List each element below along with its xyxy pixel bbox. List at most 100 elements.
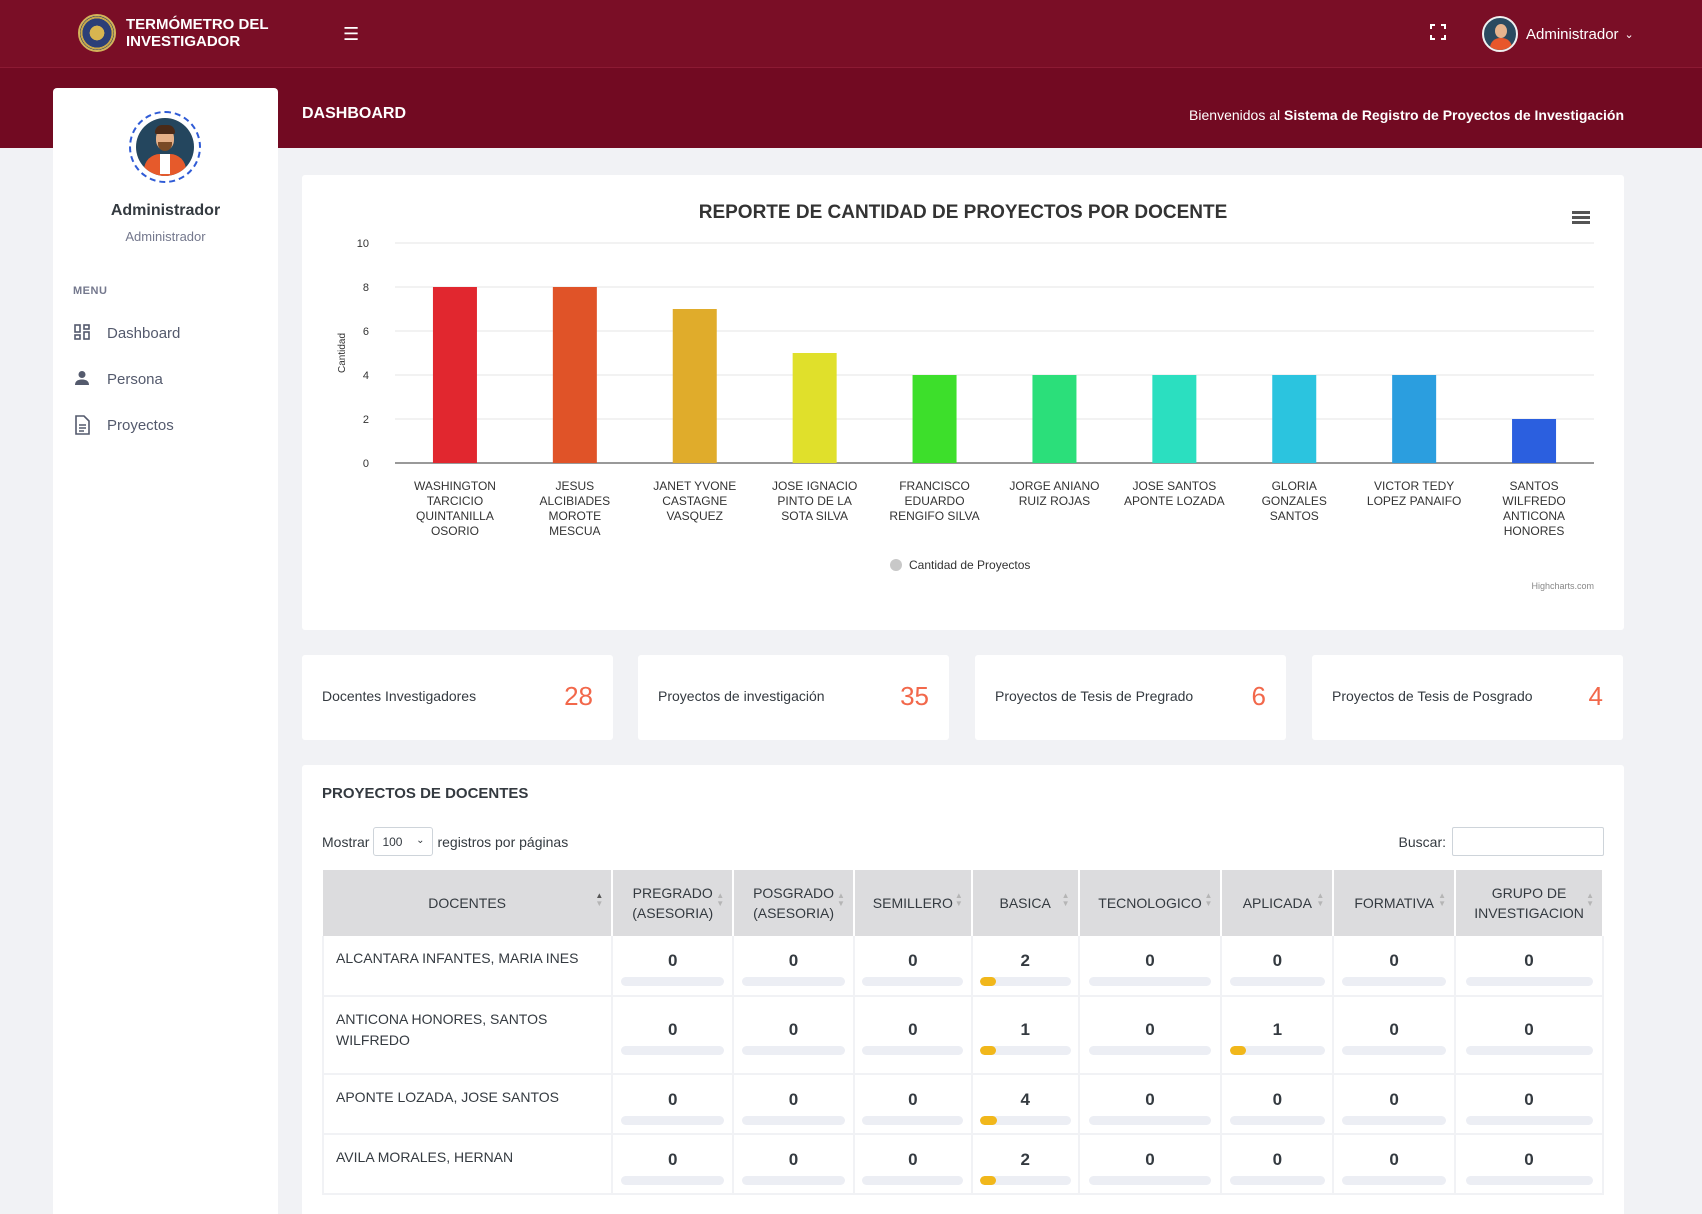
progress-fill (979, 1046, 996, 1055)
table-row[interactable]: AVILA MORALES, HERNAN 0 0 0 2 0 0 0 0 (321, 1134, 1604, 1195)
welcome-system-name: Sistema de Registro de Proyectos de Inve… (1284, 107, 1624, 123)
sidebar-item-label: Persona (107, 370, 163, 388)
cell-formativa: 0 (1332, 996, 1457, 1075)
stat-value: 28 (564, 681, 593, 711)
page-size-select[interactable]: 100 ⌄ (373, 827, 434, 856)
cell-value: 0 (667, 951, 678, 970)
x-tick-label: FRANCISCO (899, 479, 970, 493)
person-icon (73, 369, 93, 389)
bar[interactable] (792, 353, 837, 463)
x-tick-label: WASHINGTON (414, 479, 496, 493)
cell-formativa: 0 (1332, 1074, 1457, 1135)
cell-tecnologico: 0 (1077, 996, 1223, 1075)
progress-bar (1342, 1176, 1447, 1185)
cell-grupo-investigacion: 0 (1454, 1074, 1604, 1135)
bar[interactable] (912, 375, 957, 463)
column-header-label: (ASESORIA) (632, 905, 714, 921)
progress-bar (1342, 977, 1447, 986)
brand[interactable]: TERMÓMETRO DEL INVESTIGADOR (78, 14, 276, 52)
sidebar-item-persona[interactable]: Persona (73, 367, 163, 391)
cell-value: 0 (1389, 1020, 1399, 1039)
sidebar-item-label: Proyectos (107, 416, 174, 434)
sidebar-item-dashboard[interactable]: Dashboard (73, 321, 180, 345)
bar[interactable] (1272, 375, 1317, 463)
docente-name: ANTICONA HONORES, SANTOS WILFREDO (321, 996, 614, 1075)
x-tick-label: SANTOS (1509, 479, 1558, 493)
table-row[interactable]: ALCANTARA INFANTES, MARIA INES 0 0 0 2 0 0 0 0 (321, 936, 1604, 997)
table-row[interactable]: ANTICONA HONORES, SANTOS WILFREDO 0 0 0 1 0 1 0… (321, 996, 1604, 1075)
page-size-value: 100 (382, 834, 403, 849)
x-tick-label: SANTOS (1270, 509, 1319, 523)
column-header-tecnologico[interactable]: TECNOLOGICO ▲ ▼ (1078, 870, 1223, 936)
sort-icon: ▲ ▼ (1204, 891, 1213, 908)
column-header-aplicada[interactable]: APLICADA ▲ ▼ (1221, 870, 1335, 936)
projects-table-card: PROYECTOS DE DOCENTES Mostrar 100 ⌄ regi… (302, 765, 1624, 1214)
column-header-posgrado[interactable]: POSGRADO (ASESORIA) ▲ ▼ (733, 870, 855, 936)
cell-tecnologico: 0 (1077, 936, 1223, 997)
bar[interactable] (1152, 375, 1197, 463)
y-tick-label: 4 (363, 370, 369, 382)
bar[interactable] (1032, 375, 1077, 463)
sidebar-item-proyectos[interactable]: Proyectos (73, 413, 174, 437)
welcome-message: Bienvenidos al Sistema de Registro de Pr… (1189, 107, 1624, 123)
cell-pregrado: 0 (611, 936, 735, 997)
column-header-formativa[interactable]: FORMATIVA ▲ ▼ (1333, 870, 1457, 936)
cell-pregrado: 0 (611, 1134, 735, 1195)
cell-value: 1 (1020, 1020, 1030, 1039)
bar[interactable] (1392, 375, 1437, 463)
progress-bar (979, 1116, 1071, 1125)
cell-value: 0 (1524, 1020, 1534, 1039)
cell-value: 0 (1389, 1150, 1399, 1169)
bar[interactable] (432, 287, 477, 463)
search-control: Buscar: (1399, 827, 1604, 856)
progress-bar (1088, 1116, 1212, 1125)
column-header-docentes[interactable]: DOCENTES ▲ ▼ (323, 870, 614, 936)
x-tick-label: JORGE ANIANO (1009, 479, 1099, 493)
cell-aplicada: 0 (1220, 1134, 1335, 1195)
welcome-prefix: Bienvenidos al (1189, 107, 1284, 123)
sort-icon: ▲ ▼ (595, 891, 604, 908)
cell-value: 0 (667, 1150, 678, 1169)
column-header-basica[interactable]: BASICA ▲ ▼ (971, 870, 1080, 936)
sort-icon: ▲ ▼ (1586, 891, 1594, 908)
column-header-grupo-investigacion[interactable]: GRUPO DE INVESTIGACION ▲ ▼ (1455, 870, 1604, 936)
cell-semillero: 0 (852, 996, 973, 1075)
legend-item[interactable]: Cantidad de Proyectos (909, 558, 1030, 572)
cell-value: 0 (1272, 951, 1283, 970)
cell-value: 0 (1524, 1090, 1534, 1109)
bar[interactable] (552, 287, 597, 463)
x-tick-label: CASTAGNE (662, 494, 727, 508)
column-header-label: INVESTIGACION (1474, 905, 1584, 921)
cell-posgrado: 0 (732, 1134, 855, 1195)
menu-section-title: MENU (73, 285, 108, 297)
cell-basica: 2 (970, 1134, 1080, 1195)
column-header-label: DOCENTES (428, 895, 507, 911)
menu-toggle-icon[interactable]: ☰ (343, 24, 359, 45)
progress-bar (1229, 977, 1326, 986)
stat-label: Docentes Investigadores (322, 688, 477, 704)
bar[interactable] (1512, 419, 1557, 463)
user-menu-dropdown[interactable]: Administrador ⌄ (1482, 16, 1634, 52)
sort-icon: ▲ ▼ (1316, 891, 1325, 908)
column-header-pregrado[interactable]: PREGRADO (ASESORIA) ▲ ▼ (612, 870, 735, 936)
bar[interactable] (672, 309, 717, 463)
top-navbar: TERMÓMETRO DEL INVESTIGADOR ☰ Administra… (0, 0, 1702, 68)
chart-card: REPORTE DE CANTIDAD DE PROYECTOS POR DOC… (302, 175, 1624, 630)
progress-bar (1342, 1046, 1447, 1055)
chart-credits[interactable]: Highcharts.com (1531, 581, 1594, 591)
stat-card-proyectos: Proyectos de investigación 35 (638, 655, 949, 740)
progress-bar (1088, 1046, 1212, 1055)
fullscreen-icon[interactable] (1430, 24, 1446, 40)
sort-icon: ▲ ▼ (837, 891, 845, 908)
progress-bar (741, 1116, 846, 1125)
table-row[interactable]: APONTE LOZADA, JOSE SANTOS 0 0 0 4 0 0 0 0 (321, 1074, 1604, 1135)
x-tick-label: TARCICIO (427, 494, 483, 508)
chevron-down-icon: ⌄ (416, 835, 425, 846)
progress-fill (979, 1176, 996, 1185)
search-input[interactable] (1452, 827, 1604, 856)
column-header-semillero[interactable]: SEMILLERO ▲ ▼ (853, 870, 973, 936)
x-tick-label: RENGIFO SILVA (889, 509, 979, 523)
table-header-row: DOCENTES ▲ ▼ PREGRADO (ASESORIA) ▲ ▼ POSGRADO (A… (323, 870, 1604, 936)
progress-bar (862, 1116, 964, 1125)
column-header-label: SEMILLERO (872, 895, 953, 911)
